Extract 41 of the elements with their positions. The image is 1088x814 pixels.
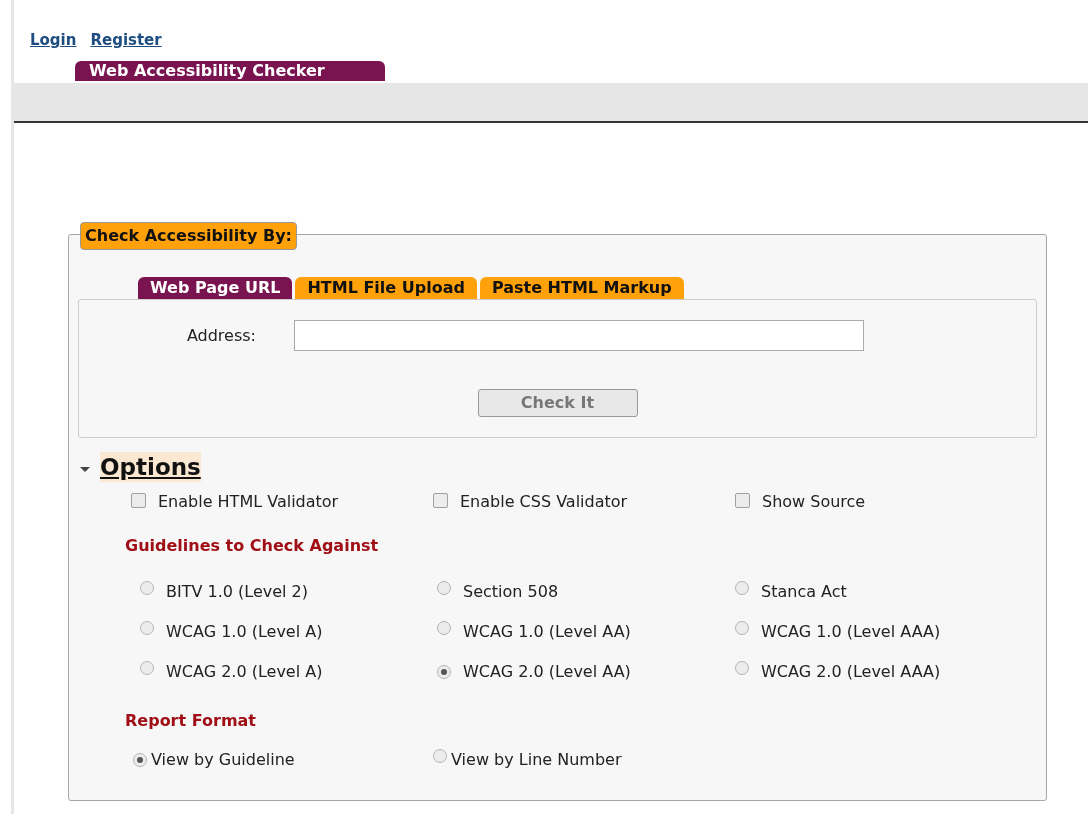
radio-label: Section 508 (463, 581, 559, 603)
radio-button[interactable] (133, 752, 147, 767)
checkbox[interactable] (433, 492, 448, 508)
radio-button[interactable] (437, 620, 451, 635)
caret-icon[interactable] (79, 466, 91, 474)
radio-label: Stanca Act (761, 581, 847, 603)
radio-button[interactable] (735, 580, 749, 595)
checkbox-label: Show Source (762, 491, 866, 513)
radio-button[interactable] (437, 664, 451, 679)
section-legend: Check Accessibility By: (80, 222, 297, 250)
field-label: Address: (185, 324, 257, 347)
radio-label: View by Line Number (451, 749, 622, 771)
checkbox-label: Enable CSS Validator (460, 491, 628, 513)
tab[interactable]: Paste HTML Markup (479, 277, 684, 299)
nav-link[interactable]: Register (90, 30, 162, 50)
section-heading: Report Format (124, 710, 256, 732)
checkbox[interactable] (131, 492, 146, 508)
radio-label: WCAG 2.0 (Level A) (166, 661, 323, 683)
radio-label: WCAG 2.0 (Level AAA) (761, 661, 941, 683)
radio-button[interactable] (433, 748, 447, 763)
radio-label: WCAG 1.0 (Level AAA) (761, 621, 941, 643)
radio-button[interactable] (140, 660, 154, 675)
tab[interactable]: Web Page URL (138, 277, 293, 299)
radio-button[interactable] (735, 620, 749, 635)
site-tab[interactable]: Web Accessibility Checker (75, 61, 385, 81)
tab[interactable]: HTML File Upload (295, 277, 477, 299)
radio-label: WCAG 1.0 (Level A) (166, 621, 323, 643)
radio-label: BITV 1.0 (Level 2) (166, 581, 308, 603)
radio-button[interactable] (140, 580, 154, 595)
section-heading: Guidelines to Check Against (124, 535, 379, 557)
radio-button[interactable] (140, 620, 154, 635)
radio-label: WCAG 2.0 (Level AA) (463, 661, 631, 683)
checkbox[interactable] (735, 492, 750, 508)
radio-button[interactable] (735, 660, 749, 675)
radio-button[interactable] (437, 580, 451, 595)
checkbox-label: Enable HTML Validator (158, 491, 339, 513)
address-field[interactable] (294, 320, 864, 351)
nav-link[interactable]: Login (30, 30, 77, 50)
radio-label: WCAG 1.0 (Level AA) (463, 621, 631, 643)
options-heading[interactable]: Options (100, 452, 201, 482)
radio-label: View by Guideline (151, 749, 295, 771)
